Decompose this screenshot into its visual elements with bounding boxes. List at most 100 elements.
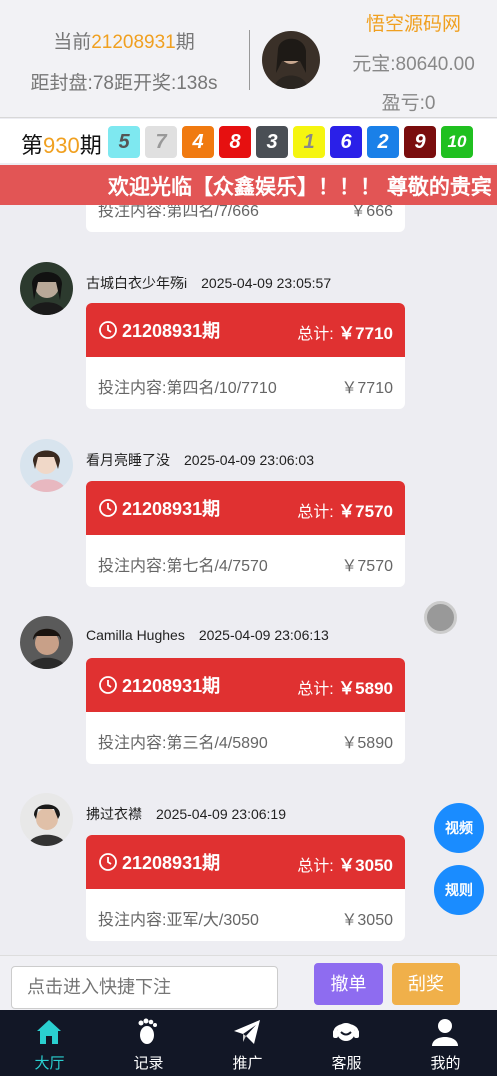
timestamp: 2025-04-09 23:06:03 [184,452,314,468]
total-label: 总计: [297,326,334,343]
tab-mine[interactable]: 我的 [396,1010,495,1076]
timestamp: 2025-04-09 23:06:19 [156,806,286,822]
bet-card-body: 投注内容:第四名/10/7710 ￥7710 [86,357,405,409]
clock-icon [99,499,117,517]
period-suffix: 期 [175,32,195,53]
bet-card-body: 投注内容:亚军/大/3050 ￥3050 [86,889,405,941]
bet-amount: ￥3050 [341,912,393,929]
total-amount: ￥7710 [338,324,393,343]
bet-content: 投注内容:第四名/10/7710 [98,380,277,397]
clock-icon [99,676,117,694]
clock-icon [99,853,117,871]
total-label: 总计: [297,858,334,875]
result-ball: 5 [108,126,140,158]
footprint-icon [138,1018,157,1044]
bet-amount: ￥7570 [341,558,393,575]
countdown: 距封盘:78距开奖:138s [30,73,218,94]
bet-card-header: 21208931期 总计: ￥7570 [86,481,405,535]
timestamp: 2025-04-09 23:05:57 [201,275,332,291]
bet-card-body: 投注内容:第三名/4/5890 ￥5890 [86,712,405,764]
avatar[interactable] [20,262,73,315]
bet-period: 21208931期 [122,499,221,519]
total-amount: ￥3050 [338,856,393,875]
bet-card[interactable]: 21208931期 总计: ￥5890 投注内容:第三名/4/5890 ￥589… [86,658,405,764]
paper-plane-icon [234,1020,260,1044]
video-button[interactable]: 视频 [434,803,484,853]
tab-lobby[interactable]: 大厅 [0,1010,99,1076]
result-ball: 1 [293,126,325,158]
tab-customer-service[interactable]: 客服 [297,1010,396,1076]
result-suffix: 期 [79,133,102,158]
bet-card: 投注内容:第四名/7/666 ￥666 [86,205,405,232]
tab-label: 推广 [232,1055,263,1072]
user-icon [432,1019,458,1046]
header-divider [249,30,250,90]
header: 当前21208931期 距封盘:78距开奖:138s 悟空源码网 元宝:8064… [0,0,497,118]
message-meta: Camilla Hughes 2025-04-09 23:06:13 [86,627,329,643]
period-number: 21208931 [91,32,176,53]
result-ball: 7 [145,126,177,158]
bet-card-header: 21208931期 总计: ￥5890 [86,658,405,712]
tab-label: 记录 [133,1055,164,1072]
timestamp: 2025-04-09 23:06:13 [198,627,329,643]
bet-card[interactable]: 21208931期 总计: ￥7710 投注内容:第四名/10/7710 ￥77… [86,303,405,409]
bet-feed[interactable]: 投注内容:第四名/7/666 ￥666 古城白衣少年殇i 2025-04-09 2… [0,205,497,955]
username: 看月亮睡了没 [86,452,170,468]
result-ball: 2 [367,126,399,158]
bet-period: 21208931期 [122,321,221,341]
result-period: 第930期 [21,128,102,160]
current-period: 当前21208931期 [0,27,248,54]
result-ball: 9 [404,126,436,158]
username: 古城白衣少年殇i [86,275,188,291]
total-label: 总计: [297,504,334,521]
avatar[interactable] [20,793,73,846]
total-amount: ￥7570 [338,502,393,521]
avatar[interactable] [20,439,73,492]
period-info: 当前21208931期 距封盘:78距开奖:138s [0,0,248,118]
total-amount: ￥5890 [338,679,393,698]
bet-period: 21208931期 [122,853,221,873]
quick-bet-input[interactable] [11,966,278,1009]
tab-records[interactable]: 记录 [99,1010,198,1076]
user-avatar[interactable] [262,31,320,89]
brand-name: 悟空源码网 [365,14,461,35]
bet-amount: ￥7710 [341,380,393,397]
tab-label: 我的 [430,1055,461,1072]
bet-period: 21208931期 [122,676,221,696]
bet-card[interactable]: 21208931期 总计: ￥7570 投注内容:第七名/4/7570 ￥757… [86,481,405,587]
rules-button[interactable]: 规则 [434,865,484,915]
bet-card-header: 21208931期 总计: ￥7710 [86,303,405,357]
bet-card-header: 21208931期 总计: ￥3050 [86,835,405,889]
result-ball: 3 [256,126,288,158]
profit: 盈亏:0 [381,93,436,114]
bet-total: 总计: ￥7710 [297,319,393,344]
username: 拂过衣襟 [86,806,142,822]
floating-assistive-button[interactable] [424,601,457,634]
last-result: 第930期 5 7 4 8 3 1 6 2 9 10 [0,119,497,163]
bet-card-body: 投注内容:第四名/7/666 ￥666 [86,205,405,232]
avatar[interactable] [20,616,73,669]
home-icon [37,1020,61,1044]
bet-card-body: 投注内容:第七名/4/7570 ￥7570 [86,535,405,587]
bet-total: 总计: ￥3050 [297,851,393,876]
period-prefix: 当前 [53,32,92,53]
tab-promotion[interactable]: 推广 [198,1010,297,1076]
account-info: 悟空源码网 元宝:80640.00 盈亏:0 [330,0,497,118]
cancel-bet-button[interactable]: 撤单 [314,963,383,1005]
message-meta: 拂过衣襟 2025-04-09 23:06:19 [86,804,286,824]
scratch-button[interactable]: 刮奖 [392,963,460,1005]
result-ball: 8 [219,126,251,158]
bet-amount: ￥5890 [341,735,393,752]
bet-content: 投注内容:第七名/4/7570 [98,558,268,575]
tab-label: 客服 [331,1055,362,1072]
bet-content: 投注内容:亚军/大/3050 [98,912,259,929]
bet-total: 总计: ￥7570 [297,497,393,522]
result-prefix: 第 [21,133,44,158]
result-number: 930 [43,133,80,158]
bet-card[interactable]: 21208931期 总计: ￥3050 投注内容:亚军/大/3050 ￥3050 [86,835,405,941]
result-ball: 4 [182,126,214,158]
bet-content: 投注内容:第三名/4/5890 [98,735,268,752]
announcement-marquee: 欢迎光临【众鑫娱乐】！！！ 尊敬的贵宾 [0,165,497,205]
bet-content: 投注内容:第四名/7/666 [98,205,259,220]
result-ball: 6 [330,126,362,158]
